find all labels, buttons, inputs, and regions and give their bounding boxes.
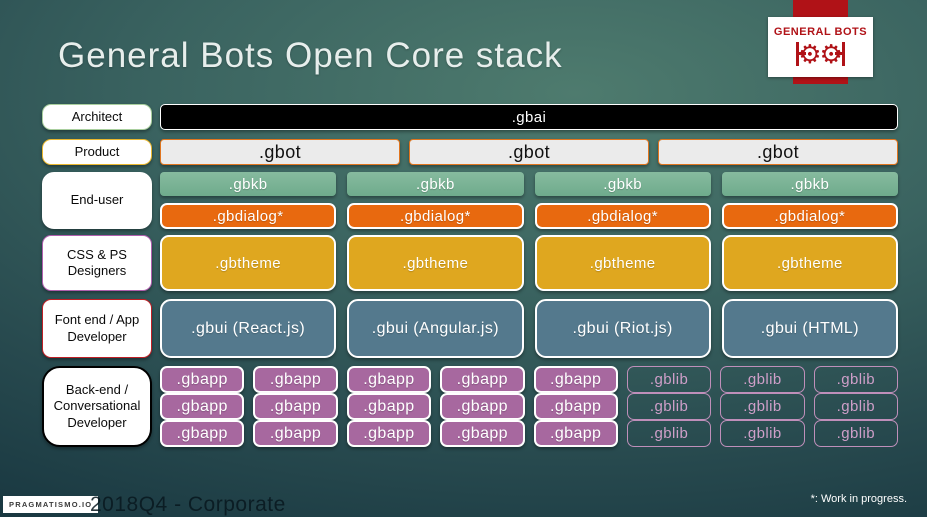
gblib-box: .gblib [813, 366, 898, 393]
gbot-box: .gbot [160, 139, 400, 165]
general-bots-logo: GENERAL BOTS ⚙ ⚙ [768, 17, 873, 77]
gbapp-box: .gbapp [160, 366, 245, 393]
gbtheme-box: .gbtheme [160, 235, 337, 291]
row-product: Product .gbot .gbot .gbot [42, 139, 898, 165]
gbkb-box: .gbkb [347, 172, 524, 196]
footer-version-text: 2018Q4 - Corporate [90, 493, 286, 516]
gbapp-box: .gbapp [160, 393, 245, 420]
label-architect: Architect [42, 104, 152, 130]
stack-diagram: Architect .gbai Product .gbot .gbot .gbo… [42, 104, 898, 447]
gbtheme-box: .gbtheme [721, 235, 898, 291]
gblib-box: .gblib [813, 393, 898, 420]
gbui-box: .gbui (HTML) [721, 299, 898, 358]
gbui-box: .gbui (Angular.js) [347, 299, 524, 358]
gbapp-box: .gbapp [346, 420, 432, 447]
gblib-box: .gblib [626, 393, 712, 420]
row-architect: Architect .gbai [42, 104, 898, 130]
gbdialog-box: .gbdialog* [160, 203, 337, 229]
row-designers: CSS & PS Designers .gbtheme .gbtheme .gb… [42, 235, 898, 291]
gblib-box: .gblib [720, 393, 805, 420]
slide-general-bots-stack: General Bots Open Core stack GENERAL BOT… [0, 0, 927, 517]
row-frontend: Font end / App Developer .gbui (React.js… [42, 299, 898, 358]
gblib-box: .gblib [720, 366, 805, 393]
label-end-user: End-user [42, 172, 152, 229]
gblib-box: .gblib [626, 366, 712, 393]
gbdialog-box: .gbdialog* [534, 203, 711, 229]
page-title: General Bots Open Core stack [58, 36, 563, 75]
gbapp-box: .gbapp [346, 366, 432, 393]
gbot-box: .gbot [658, 139, 898, 165]
gbapp-box: .gbapp [346, 393, 432, 420]
bracket-left-icon [796, 41, 807, 66]
gbapp-box: .gbapp [160, 420, 245, 447]
gbapp-box: .gbapp [440, 420, 525, 447]
pragmatismo-badge: PRAGMATISMO.IO [3, 496, 99, 513]
bracket-right-icon [834, 41, 845, 66]
gblib-box: .gblib [626, 420, 712, 447]
gbdialog-box: .gbdialog* [721, 203, 898, 229]
gbapp-box: .gbapp [533, 393, 618, 420]
gbkb-box: .gbkb [721, 172, 898, 196]
gbkb-box: .gbkb [534, 172, 711, 196]
gbapp-box: .gbapp [533, 420, 618, 447]
gbapp-box: .gbapp [440, 366, 525, 393]
logo-brand-text: GENERAL BOTS [773, 25, 868, 38]
gblib-box: .gblib [720, 420, 805, 447]
gbtheme-box: .gbtheme [347, 235, 524, 291]
gbai-box: .gbai [160, 104, 898, 130]
gbapp-box: .gbapp [253, 420, 338, 447]
gblib-box: .gblib [813, 420, 898, 447]
gbot-box: .gbot [409, 139, 649, 165]
work-in-progress-note: *: Work in progress. [810, 493, 907, 505]
gbui-box: .gbui (Riot.js) [534, 299, 711, 358]
label-designers: CSS & PS Designers [42, 235, 152, 291]
gbapp-box: .gbapp [440, 393, 525, 420]
gbdialog-box: .gbdialog* [347, 203, 524, 229]
gbapp-box: .gbapp [253, 393, 338, 420]
gbkb-box: .gbkb [160, 172, 337, 196]
row-end-user: End-user .gbkb .gbkb .gbkb .gbkb .gbdial… [42, 172, 898, 229]
gbapp-box: .gbapp [533, 366, 618, 393]
row-backend: Back-end / Conversational Developer .gba… [42, 366, 898, 447]
gears-icon: ⚙ ⚙ [796, 39, 845, 69]
gbtheme-box: .gbtheme [534, 235, 711, 291]
label-backend: Back-end / Conversational Developer [42, 366, 152, 447]
gbui-box: .gbui (React.js) [160, 299, 337, 358]
label-product: Product [42, 139, 152, 165]
label-frontend: Font end / App Developer [42, 299, 152, 358]
gbapp-box: .gbapp [253, 366, 338, 393]
